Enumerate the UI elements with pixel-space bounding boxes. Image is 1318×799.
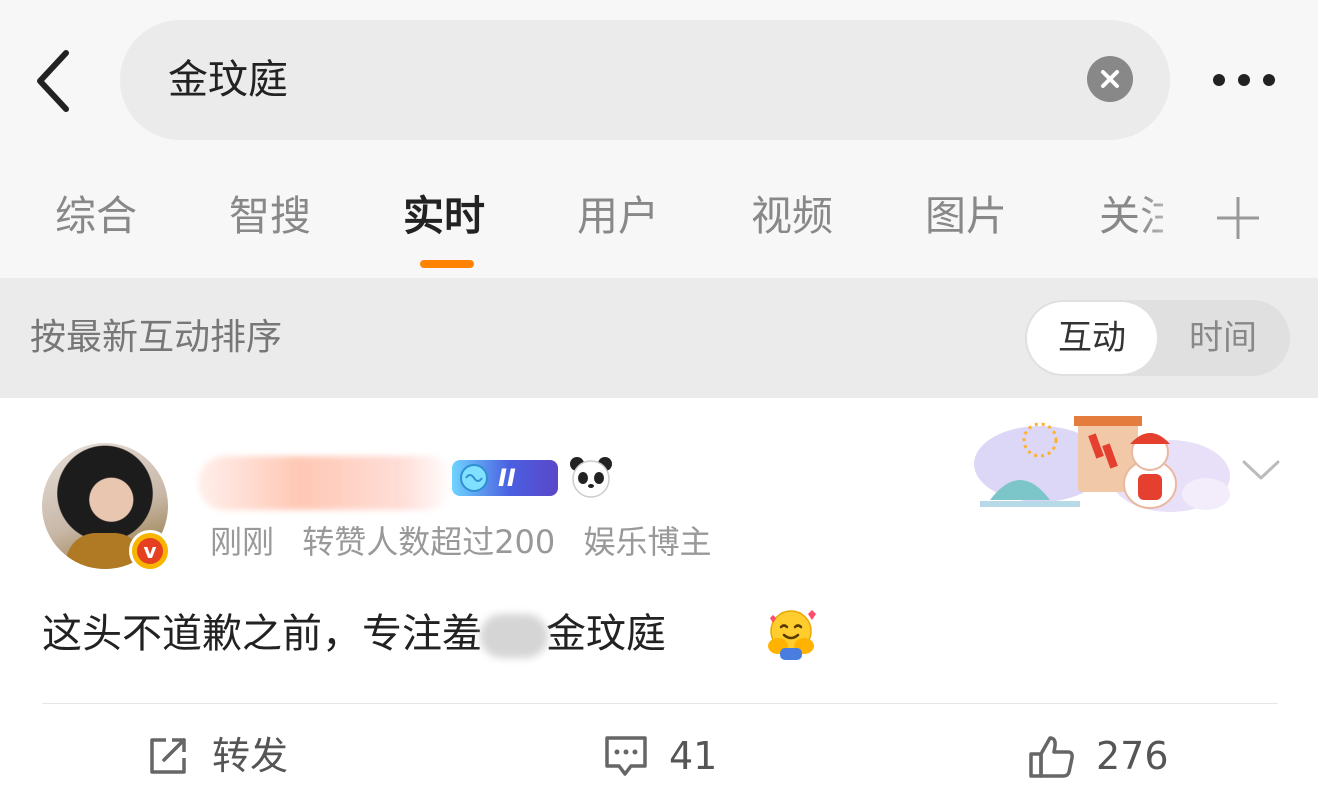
tab-users[interactable]: 用户 xyxy=(577,186,659,246)
censored-word-blur xyxy=(480,614,548,658)
post-card: v II 刚刚 转赞人数超过200 娱乐博主 这头不道歉之前，专注羞 金玟庭 转… xyxy=(0,398,1318,799)
like-button[interactable]: 276 xyxy=(1028,728,1188,784)
sort-option-time[interactable]: 时间 xyxy=(1158,302,1288,374)
chevron-down-icon[interactable] xyxy=(1240,456,1282,484)
post-text[interactable]: 这头不道歉之前，专注羞 金玟庭 xyxy=(42,604,666,664)
level-badge-text: II xyxy=(498,464,516,492)
level-badge: II xyxy=(452,460,558,496)
sort-option-interaction[interactable]: 互动 xyxy=(1027,302,1157,374)
sort-toggle[interactable]: 互动 时间 xyxy=(1025,300,1290,376)
tab-comprehensive[interactable]: 综合 xyxy=(55,186,137,246)
username-blurred[interactable] xyxy=(198,456,453,510)
clear-search-button[interactable] xyxy=(1087,56,1133,102)
more-icon xyxy=(1213,74,1275,86)
clear-icon xyxy=(1101,70,1119,88)
tab-images[interactable]: 图片 xyxy=(925,186,1007,246)
post-time: 刚刚 xyxy=(210,523,275,561)
festive-decoration-image xyxy=(974,416,1230,512)
post-repost-note: 转赞人数超过200 xyxy=(302,523,556,561)
post-text-before: 这头不道歉之前，专注羞 xyxy=(42,611,482,657)
active-tab-indicator xyxy=(420,260,474,268)
post-author-tag: 娱乐博主 xyxy=(583,523,712,561)
back-arrow-icon xyxy=(37,50,69,112)
hug-emoji-icon xyxy=(768,610,816,660)
top-bar: 金玟庭 xyxy=(0,0,1318,160)
search-tabs: 综合 智搜 实时 用户 视频 图片 关注 xyxy=(0,160,1318,278)
add-tab-button[interactable] xyxy=(1213,193,1263,243)
post-meta: 刚刚 转赞人数超过200 娱乐博主 xyxy=(210,520,729,564)
post-text-after: 金玟庭 xyxy=(546,611,666,657)
sort-bar: 按最新互动排序 互动 时间 xyxy=(0,278,1318,398)
search-input[interactable]: 金玟庭 xyxy=(120,20,1170,140)
more-button[interactable] xyxy=(1205,62,1285,102)
comment-count: 41 xyxy=(669,734,718,778)
sort-label: 按最新互动排序 xyxy=(30,317,283,358)
repost-icon xyxy=(150,738,186,774)
brain-icon xyxy=(460,464,488,492)
comment-icon xyxy=(605,736,647,776)
tab-overflow-fade xyxy=(1140,180,1200,260)
repost-button[interactable]: 转发 xyxy=(146,728,316,784)
like-icon xyxy=(1029,736,1074,778)
search-query-text[interactable]: 金玟庭 xyxy=(168,20,288,140)
repost-label: 转发 xyxy=(212,734,289,778)
back-button[interactable] xyxy=(28,45,84,117)
verified-badge: v xyxy=(129,530,171,572)
verified-v-icon: v xyxy=(137,538,163,564)
tab-smart-search[interactable]: 智搜 xyxy=(229,186,311,246)
like-count: 276 xyxy=(1096,734,1169,778)
comment-button[interactable]: 41 xyxy=(603,728,733,784)
tab-videos[interactable]: 视频 xyxy=(751,186,833,246)
panda-icon xyxy=(570,457,612,498)
post-divider xyxy=(42,703,1278,704)
plus-icon xyxy=(1217,197,1259,239)
tab-realtime[interactable]: 实时 xyxy=(403,186,485,246)
